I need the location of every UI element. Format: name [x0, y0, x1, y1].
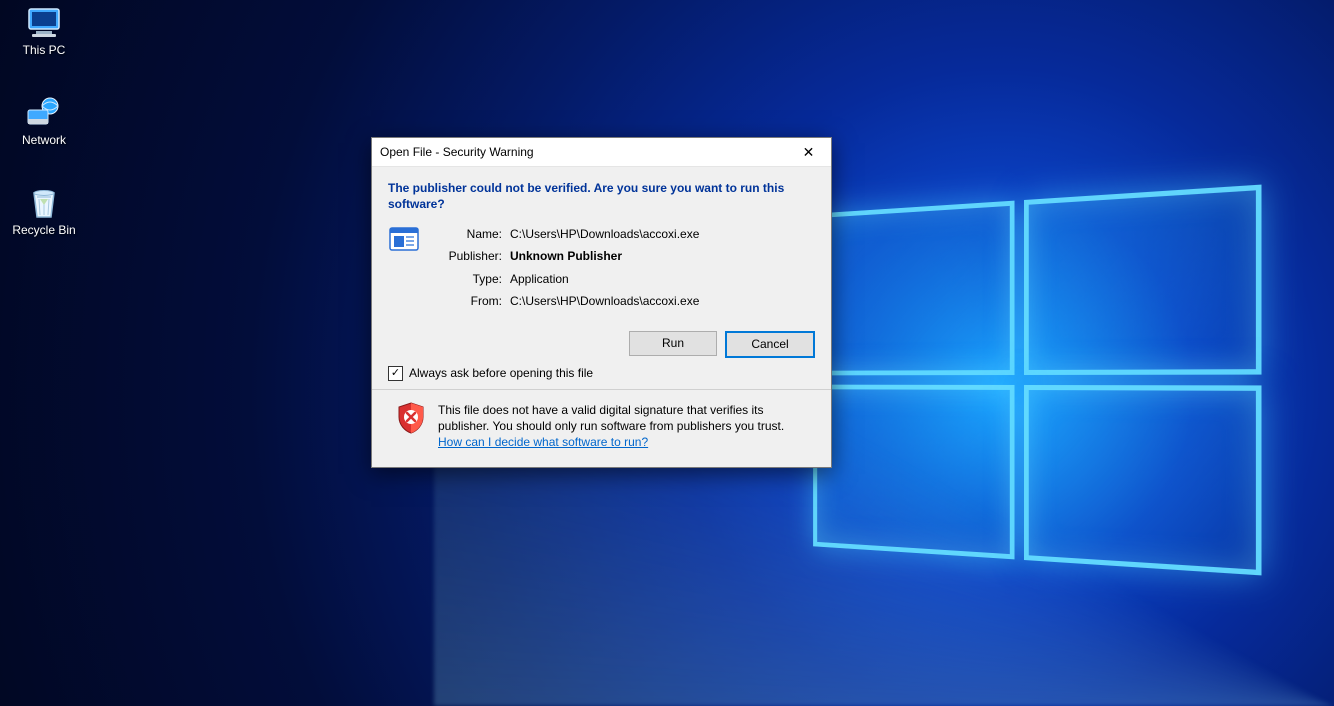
shield-error-icon [396, 402, 426, 432]
cancel-button[interactable]: Cancel [725, 331, 815, 358]
always-ask-row: ✓ Always ask before opening this file [388, 366, 815, 381]
dialog-title: Open File - Security Warning [380, 145, 786, 159]
file-fields: Name: C:\Users\HP\Downloads\accoxi.exe P… [432, 224, 815, 315]
desktop-icon-this-pc[interactable]: This PC [6, 6, 82, 72]
wallpaper-windows-logo [813, 184, 1273, 576]
desktop-icon-label: This PC [23, 44, 66, 57]
dialog-titlebar[interactable]: Open File - Security Warning ✕ [372, 138, 831, 167]
run-button[interactable]: Run [629, 331, 717, 356]
field-label-from: From: [432, 293, 510, 309]
check-icon: ✓ [391, 368, 400, 379]
close-icon: ✕ [803, 144, 815, 161]
field-value-name: C:\Users\HP\Downloads\accoxi.exe [510, 226, 815, 242]
file-info-row: Name: C:\Users\HP\Downloads\accoxi.exe P… [388, 224, 815, 315]
field-label-name: Name: [432, 226, 510, 242]
field-value-from: C:\Users\HP\Downloads\accoxi.exe [510, 293, 815, 309]
dialog-buttons: Run Cancel [388, 331, 815, 358]
always-ask-checkbox[interactable]: ✓ [388, 366, 403, 381]
warning-section: This file does not have a valid digital … [388, 390, 815, 457]
desktop-icon-network[interactable]: Network [6, 96, 82, 162]
application-icon [388, 224, 420, 256]
field-label-type: Type: [432, 271, 510, 287]
close-button[interactable]: ✕ [786, 138, 831, 166]
desktop-icons: This PC Network [6, 6, 86, 276]
field-value-publisher: Unknown Publisher [510, 248, 815, 264]
field-value-type: Application [510, 271, 815, 287]
desktop: This PC Network [0, 0, 1334, 706]
always-ask-label: Always ask before opening this file [409, 366, 593, 380]
this-pc-icon [24, 6, 64, 40]
network-icon [24, 96, 64, 130]
field-label-publisher: Publisher: [432, 248, 510, 264]
dialog-body: The publisher could not be verified. Are… [372, 167, 831, 467]
help-link[interactable]: How can I decide what software to run? [438, 435, 648, 449]
desktop-icon-label: Recycle Bin [12, 224, 75, 237]
cancel-button-label: Cancel [751, 337, 788, 351]
security-warning-dialog: Open File - Security Warning ✕ The publi… [371, 137, 832, 468]
desktop-icon-recycle-bin[interactable]: Recycle Bin [6, 186, 82, 252]
warning-text-block: This file does not have a valid digital … [438, 402, 811, 451]
warning-text: This file does not have a valid digital … [438, 403, 784, 433]
run-button-label: Run [662, 336, 684, 350]
dialog-heading: The publisher could not be verified. Are… [388, 181, 815, 212]
desktop-icon-label: Network [22, 134, 66, 147]
recycle-bin-icon [24, 186, 64, 220]
